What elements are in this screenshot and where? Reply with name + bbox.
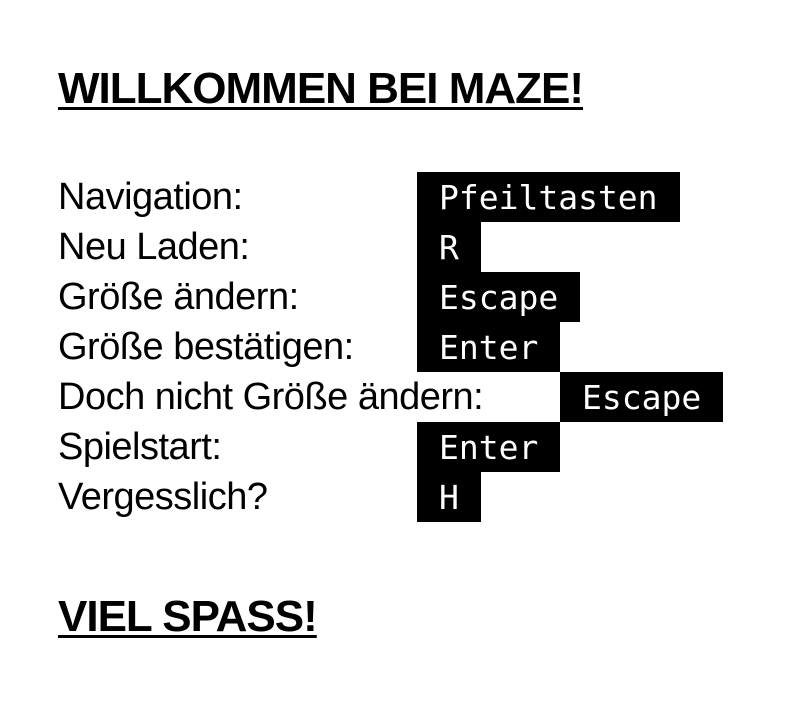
control-label: Größe ändern:: [58, 276, 299, 318]
footer-heading: VIEL SPASS!: [58, 592, 318, 641]
control-label: Doch nicht Größe ändern:: [58, 376, 484, 418]
control-label: Navigation:: [58, 176, 243, 218]
key-badge: H: [417, 472, 481, 522]
control-row-start: Spielstart: Enter: [58, 422, 778, 472]
key-badge: Escape: [417, 272, 581, 322]
control-label: Größe bestätigen:: [58, 326, 354, 368]
control-label: Spielstart:: [58, 426, 222, 468]
control-row-reload: Neu Laden: R: [58, 222, 778, 272]
key-badge: Enter: [417, 322, 561, 372]
welcome-heading: WILLKOMMEN BEI MAZE!: [58, 64, 584, 113]
key-badge: Enter: [417, 422, 561, 472]
control-row-navigation: Navigation: Pfeiltasten: [58, 172, 778, 222]
key-badge: Escape: [560, 372, 724, 422]
control-label: Neu Laden:: [58, 226, 250, 268]
control-row-confirm-size: Größe bestätigen: Enter: [58, 322, 778, 372]
control-row-resize: Größe ändern: Escape: [58, 272, 778, 322]
control-label: Vergesslich?: [58, 476, 268, 518]
key-badge: R: [417, 222, 481, 272]
control-row-cancel-resize: Doch nicht Größe ändern: Escape: [58, 372, 778, 422]
control-row-help: Vergesslich? H: [58, 472, 778, 522]
key-badge: Pfeiltasten: [417, 172, 680, 222]
